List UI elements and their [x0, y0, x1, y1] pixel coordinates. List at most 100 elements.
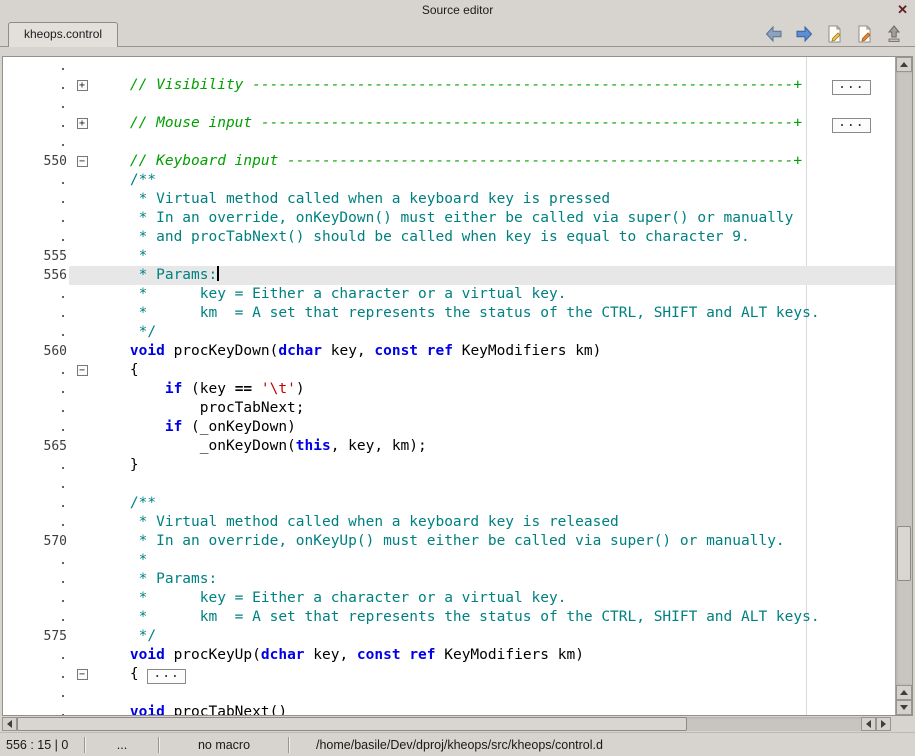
- line-body[interactable]: */: [69, 627, 895, 646]
- code-line[interactable]: . if (key == '\t'): [3, 380, 895, 399]
- line-body[interactable]: * In an override, onKeyUp() must either …: [69, 532, 895, 551]
- line-body[interactable]: /**: [69, 494, 895, 513]
- horizontal-scrollbar-trough[interactable]: [17, 717, 861, 731]
- code-line[interactable]: 555 *: [3, 247, 895, 266]
- line-body[interactable]: _onKeyDown(this, key, km);: [69, 437, 895, 456]
- line-body[interactable]: void procKeyDown(dchar key, const ref Ke…: [69, 342, 895, 361]
- fold-collapse-icon[interactable]: −: [77, 156, 88, 167]
- scroll-down-button[interactable]: [896, 700, 912, 715]
- fold-expand-icon[interactable]: +: [77, 80, 88, 91]
- line-body[interactable]: [69, 95, 895, 114]
- titlebar[interactable]: Source editor ✕: [0, 0, 915, 20]
- scroll-left-button[interactable]: [2, 717, 17, 731]
- code-line[interactable]: .: [3, 133, 895, 152]
- code-line[interactable]: .: [3, 475, 895, 494]
- code-line[interactable]: . * key = Either a character or a virtua…: [3, 589, 895, 608]
- code-line[interactable]: . * Virtual method called when a keyboar…: [3, 513, 895, 532]
- collapsed-code-box[interactable]: ...: [147, 669, 185, 684]
- code-line[interactable]: 556 * Params:: [3, 266, 895, 285]
- scroll-right-button[interactable]: [876, 717, 891, 731]
- code-viewport[interactable]: ..+ // Visibility ----------------------…: [3, 57, 895, 715]
- line-body[interactable]: if (_onKeyDown): [69, 418, 895, 437]
- code-line[interactable]: .− {: [3, 361, 895, 380]
- code-line[interactable]: . /**: [3, 494, 895, 513]
- line-body[interactable]: * In an override, onKeyDown() must eithe…: [69, 209, 895, 228]
- line-body[interactable]: * Virtual method called when a keyboard …: [69, 513, 895, 532]
- vertical-scrollbar-thumb[interactable]: [897, 526, 911, 581]
- collapsed-code-box[interactable]: ...: [832, 80, 870, 95]
- line-body[interactable]: − { ...: [69, 665, 895, 684]
- line-body[interactable]: * km = A set that represents the status …: [69, 608, 895, 627]
- line-body[interactable]: *: [69, 551, 895, 570]
- code-line[interactable]: . if (_onKeyDown): [3, 418, 895, 437]
- current-line-body[interactable]: * Params:: [69, 266, 895, 285]
- document-edit-yellow-button[interactable]: [823, 23, 845, 45]
- code-line[interactable]: .: [3, 684, 895, 703]
- line-body[interactable]: [69, 475, 895, 494]
- code-line[interactable]: .: [3, 95, 895, 114]
- fold-expand-icon[interactable]: +: [77, 118, 88, 129]
- code-line[interactable]: . void procTabNext(): [3, 703, 895, 715]
- line-number: .: [3, 665, 69, 684]
- line-body[interactable]: − // Keyboard input --------------------…: [69, 152, 895, 171]
- code-line[interactable]: .− { ...: [3, 665, 895, 684]
- code-line[interactable]: . * Virtual method called when a keyboar…: [3, 190, 895, 209]
- line-body[interactable]: if (key == '\t'): [69, 380, 895, 399]
- horizontal-scrollbar-thumb[interactable]: [17, 717, 687, 731]
- code-line[interactable]: . void procKeyUp(dchar key, const ref Ke…: [3, 646, 895, 665]
- line-body[interactable]: * key = Either a character or a virtual …: [69, 589, 895, 608]
- tab-kheops-control[interactable]: kheops.control: [8, 22, 118, 47]
- line-body[interactable]: void procKeyUp(dchar key, const ref KeyM…: [69, 646, 895, 665]
- vertical-scrollbar[interactable]: [895, 57, 912, 715]
- code-line[interactable]: . */: [3, 323, 895, 342]
- code-line[interactable]: .: [3, 57, 895, 76]
- line-body[interactable]: */: [69, 323, 895, 342]
- line-body[interactable]: [69, 684, 895, 703]
- line-body[interactable]: *: [69, 247, 895, 266]
- close-icon[interactable]: ✕: [897, 0, 908, 20]
- code-line[interactable]: .+ // Mouse input ----------------------…: [3, 114, 895, 133]
- next-editor-button[interactable]: [793, 23, 815, 45]
- code-line[interactable]: . procTabNext;: [3, 399, 895, 418]
- code-line[interactable]: .+ // Visibility -----------------------…: [3, 76, 895, 95]
- code-line[interactable]: . * km = A set that represents the statu…: [3, 608, 895, 627]
- code-line[interactable]: 560 void procKeyDown(dchar key, const re…: [3, 342, 895, 361]
- fold-collapse-icon[interactable]: −: [77, 669, 88, 680]
- scroll-up-button[interactable]: [896, 57, 912, 72]
- horizontal-scrollbar[interactable]: [2, 717, 891, 731]
- code-line[interactable]: . *: [3, 551, 895, 570]
- line-body[interactable]: procTabNext;: [69, 399, 895, 418]
- line-body[interactable]: /**: [69, 171, 895, 190]
- code-line[interactable]: . * In an override, onKeyDown() must eit…: [3, 209, 895, 228]
- code-line[interactable]: 575 */: [3, 627, 895, 646]
- code-line[interactable]: 550− // Keyboard input -----------------…: [3, 152, 895, 171]
- code-line[interactable]: . /**: [3, 171, 895, 190]
- code-line[interactable]: . * Params:: [3, 570, 895, 589]
- line-body[interactable]: + // Mouse input -----------------------…: [69, 114, 895, 133]
- scroll-left-secondary-button[interactable]: [861, 717, 876, 731]
- line-body[interactable]: * Params:: [69, 570, 895, 589]
- line-body[interactable]: * and procTabNext() should be called whe…: [69, 228, 895, 247]
- line-body[interactable]: }: [69, 456, 895, 475]
- code-line[interactable]: 570 * In an override, onKeyUp() must eit…: [3, 532, 895, 551]
- line-body[interactable]: * km = A set that represents the status …: [69, 304, 895, 323]
- document-edit-orange-button[interactable]: [853, 23, 875, 45]
- line-body[interactable]: * Virtual method called when a keyboard …: [69, 190, 895, 209]
- vertical-scrollbar-trough[interactable]: [896, 72, 912, 685]
- previous-editor-button[interactable]: [763, 23, 785, 45]
- fold-collapse-icon[interactable]: −: [77, 365, 88, 376]
- line-body[interactable]: + // Visibility ------------------------…: [69, 76, 895, 95]
- code-line[interactable]: . * and procTabNext() should be called w…: [3, 228, 895, 247]
- collapsed-code-box[interactable]: ...: [832, 118, 870, 133]
- code-line[interactable]: 565 _onKeyDown(this, key, km);: [3, 437, 895, 456]
- line-body[interactable]: void procTabNext(): [69, 703, 895, 715]
- line-body[interactable]: − {: [69, 361, 895, 380]
- code-line[interactable]: . * key = Either a character or a virtua…: [3, 285, 895, 304]
- code-line[interactable]: . }: [3, 456, 895, 475]
- scroll-up-secondary-button[interactable]: [896, 685, 912, 700]
- line-body[interactable]: [69, 133, 895, 152]
- detach-editor-button[interactable]: [883, 23, 905, 45]
- line-body[interactable]: * key = Either a character or a virtual …: [69, 285, 895, 304]
- line-body[interactable]: [69, 57, 895, 76]
- code-line[interactable]: . * km = A set that represents the statu…: [3, 304, 895, 323]
